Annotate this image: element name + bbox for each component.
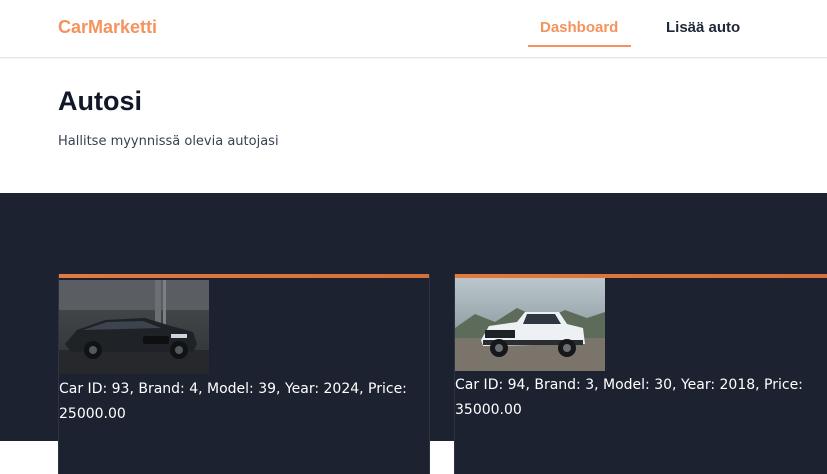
page-title: Autosi: [58, 86, 142, 116]
brand-logo[interactable]: CarMarketti: [58, 17, 157, 38]
car-details: Car ID: 94, Brand: 3, Model: 30, Year: 2…: [455, 377, 803, 418]
active-tab-indicator: [528, 45, 631, 47]
car-card[interactable]: Car ID: 94, Brand: 3, Model: 30, Year: 2…: [454, 274, 827, 474]
top-navbar: CarMarketti Dashboard Lisää auto: [0, 0, 827, 58]
nav-add-car-link[interactable]: Lisää auto: [666, 19, 740, 36]
car-details: Car ID: 93, Brand: 4, Model: 39, Year: 2…: [59, 381, 407, 422]
car-photo: [59, 280, 209, 374]
nav-dashboard-link[interactable]: Dashboard: [540, 19, 618, 36]
car-list-section: Car ID: 93, Brand: 4, Model: 39, Year: 2…: [0, 193, 827, 474]
car-card[interactable]: Car ID: 93, Brand: 4, Model: 39, Year: 2…: [58, 274, 430, 474]
page-header: Autosi Hallitse myynnissä olevia autojas…: [0, 59, 827, 193]
card-accent-bar: [59, 274, 429, 278]
page-subtitle: Hallitse myynnissä olevia autojasi: [58, 134, 279, 149]
car-photo: [455, 278, 605, 371]
